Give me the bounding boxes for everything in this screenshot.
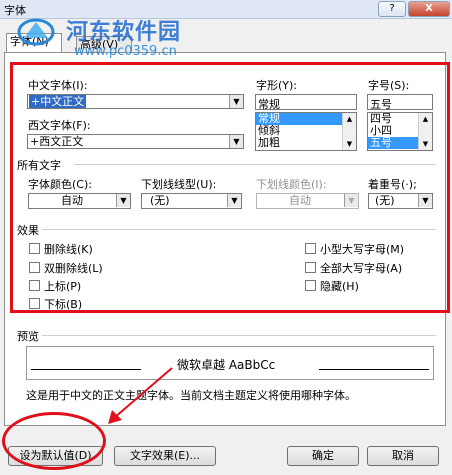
divider xyxy=(42,335,436,336)
highlight-box xyxy=(10,62,450,313)
arrow-annotation-icon xyxy=(108,367,173,424)
watermark-url: www.pc0359.cn xyxy=(74,44,177,59)
highlight-ellipse xyxy=(2,412,106,470)
preview-baseline-right xyxy=(319,369,429,370)
watermark-text: 河东软件园 xyxy=(66,20,182,45)
help-button[interactable]: ? xyxy=(378,1,406,17)
watermark-logo-icon xyxy=(17,18,55,46)
text-effects-button[interactable]: 文字效果(E)... xyxy=(114,446,216,466)
cancel-button[interactable]: 取消 xyxy=(367,446,439,466)
preview-section-label: 预览 xyxy=(17,330,39,343)
close-button[interactable]: X xyxy=(408,1,450,17)
preview-sample-text: 微软卓越 AaBbCc xyxy=(177,358,276,372)
preview-box: 微软卓越 AaBbCc xyxy=(26,346,434,380)
preview-description: 这是用于中文的正文主题字体。当前文档主题定义将使用哪种字体。 xyxy=(26,389,356,402)
ok-button[interactable]: 确定 xyxy=(287,446,359,466)
